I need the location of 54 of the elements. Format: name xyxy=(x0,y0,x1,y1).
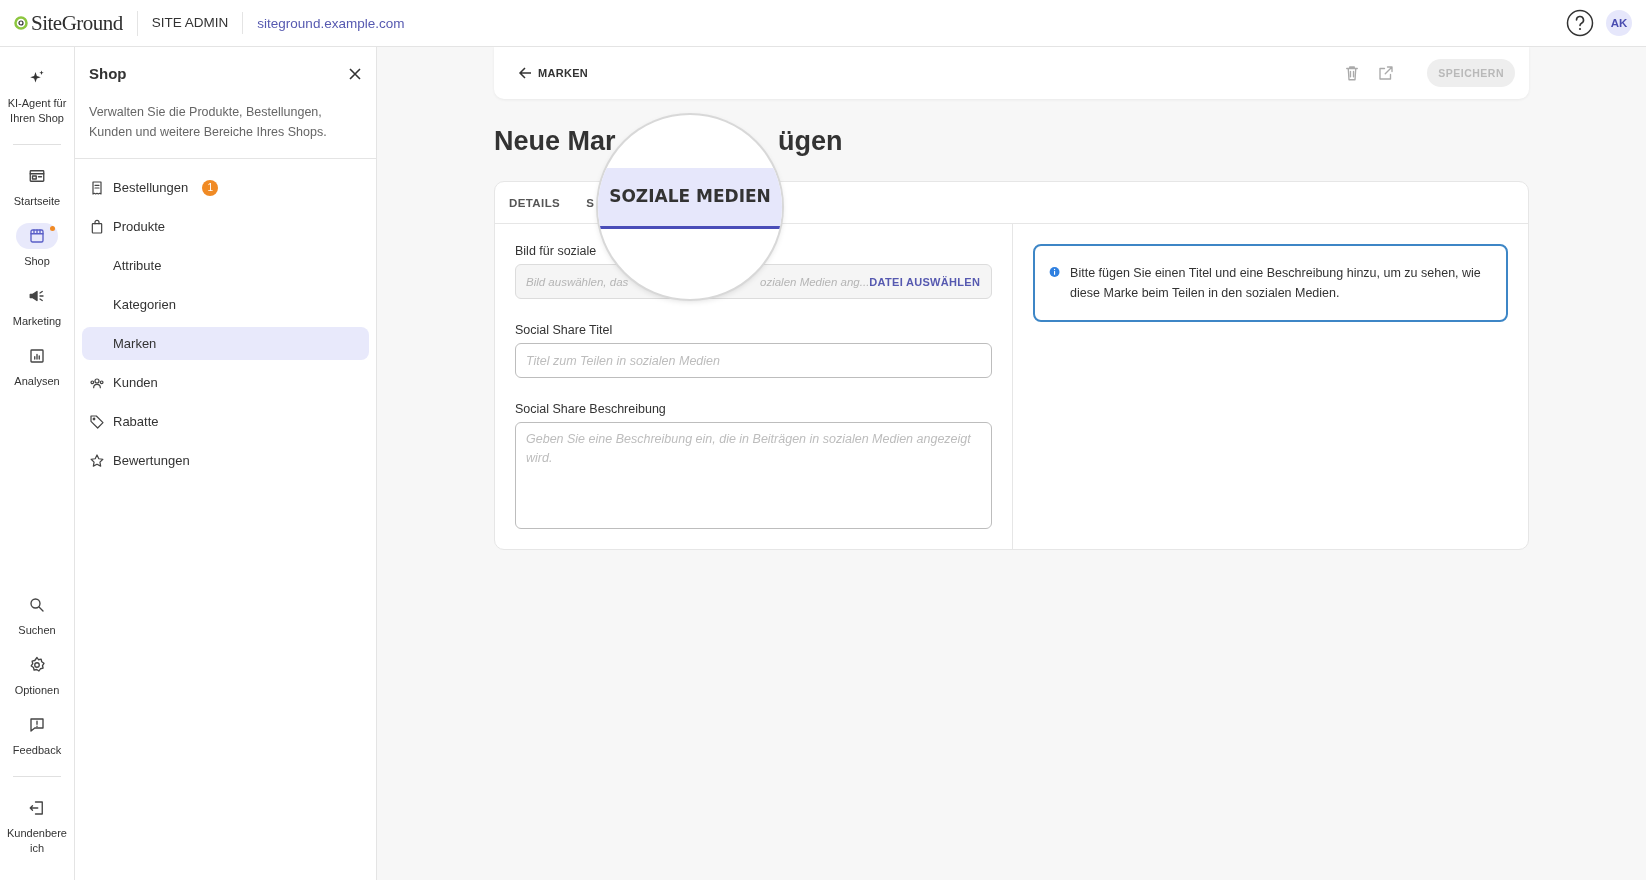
field-label: Social Share Beschreibung xyxy=(515,402,667,416)
menu-item[interactable]: Bewertungen xyxy=(82,444,369,477)
tag-icon xyxy=(89,413,105,430)
external-link-icon xyxy=(1377,64,1396,82)
back-arrow-icon xyxy=(518,66,532,80)
menu-item[interactable]: Marken xyxy=(82,327,369,360)
site-link[interactable]: siteground.example.com xyxy=(257,15,405,31)
notification-dot xyxy=(50,226,55,231)
dashboard-icon xyxy=(28,167,46,185)
info-text: Bitte fügen Sie einen Titel und eine Beschreibung hinzu, um zu sehen, wie diese Marke beim Teilen in den sozialen Medien. xyxy=(1070,265,1482,302)
choose-file-button[interactable]: DATEI AUSWÄHLEN xyxy=(869,275,981,288)
back-link[interactable]: MARKEN xyxy=(518,66,589,80)
feedback-icon xyxy=(28,716,46,734)
chart-icon xyxy=(28,347,46,365)
receipt-icon xyxy=(89,179,105,196)
nav-item[interactable]: Shop xyxy=(1,223,73,269)
menu-item[interactable]: Bestellungen 1 xyxy=(82,171,369,204)
page-title: Neue Mar xyxy=(494,125,617,157)
nav-item[interactable]: Analysen xyxy=(1,343,73,389)
close-button[interactable] xyxy=(348,66,362,81)
menu-item[interactable]: Produkte xyxy=(82,210,369,243)
nav-item[interactable]: Startseite xyxy=(1,163,73,209)
star-icon xyxy=(89,452,105,469)
nav-item[interactable]: Feedback xyxy=(1,712,73,758)
title-input[interactable]: Titel zum Teilen in sozialen Medien xyxy=(515,343,992,378)
tab[interactable]: S xyxy=(586,196,595,209)
field-label: Social Share Titel xyxy=(515,323,614,337)
nav-item[interactable]: Optionen xyxy=(1,652,73,698)
nav-item[interactable]: Marketing xyxy=(1,283,73,329)
tab[interactable]: SOZIALE MEDIEN xyxy=(598,168,782,229)
panel-description: Verwalten Sie die Produkte, Bestellungen, Kunden und weitere Bereiche Ihres Shops. xyxy=(89,104,328,141)
page-title: ügen xyxy=(778,125,843,157)
menu-item[interactable]: Kategorien xyxy=(82,288,369,321)
panel-title: Shop xyxy=(89,65,127,82)
description-textarea[interactable]: Geben Sie eine Beschreibung ein, die in Beiträgen in sozialen Medien angezeigt wird. xyxy=(515,422,992,529)
bag-icon xyxy=(89,218,105,235)
nav-item[interactable]: KI-Agent für Ihren Shop xyxy=(1,65,73,126)
field-label: Bild für soziale xyxy=(515,244,598,258)
nav-item[interactable]: Kundenbereich xyxy=(1,795,73,856)
logo[interactable]: SiteGround xyxy=(14,10,138,36)
user-avatar[interactable]: AK xyxy=(1606,10,1632,36)
exit-icon xyxy=(28,799,46,817)
help-icon[interactable] xyxy=(1566,9,1594,37)
search-icon xyxy=(28,596,46,614)
count-badge: 1 xyxy=(202,179,219,196)
tab[interactable]: DETAILS xyxy=(509,196,561,209)
store-icon xyxy=(28,227,46,245)
gear-icon xyxy=(28,656,46,674)
menu-item[interactable]: Rabatte xyxy=(82,405,369,438)
menu-item[interactable]: Attribute xyxy=(82,249,369,282)
section-title: SITE ADMIN xyxy=(137,12,244,34)
close-icon xyxy=(348,66,362,81)
menu-item[interactable]: Kunden xyxy=(82,366,369,399)
nav-item[interactable]: Suchen xyxy=(1,592,73,638)
